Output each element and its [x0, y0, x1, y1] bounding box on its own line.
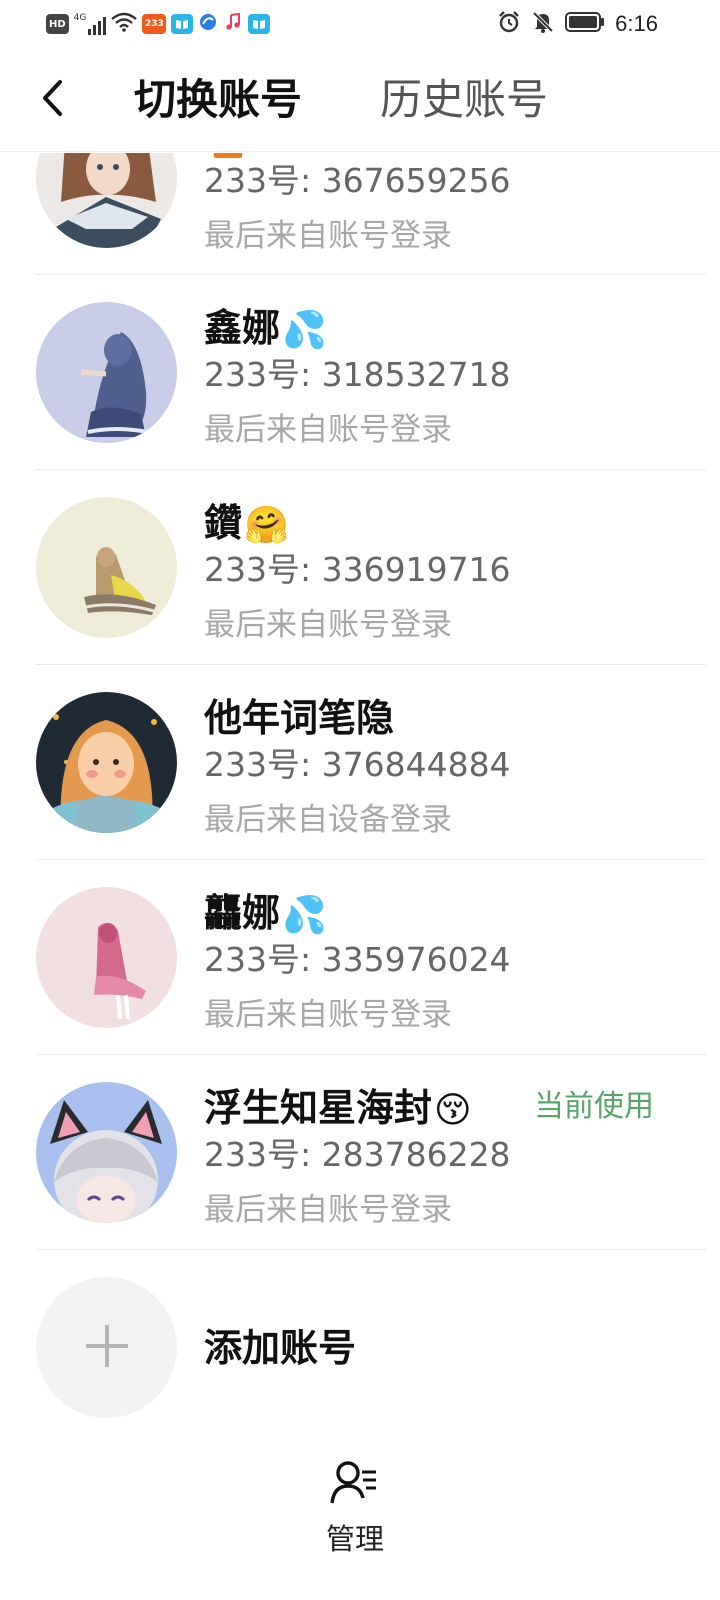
status-bar: HD 4G 233 6:16: [0, 0, 720, 48]
chevron-left-icon: [40, 78, 64, 122]
account-id: 233号: 336919716: [204, 550, 511, 589]
nickname: 龘娜💦: [204, 890, 327, 939]
account-row[interactable]: 233号: 367659256 最后来自账号登录: [0, 153, 720, 275]
account-row-current[interactable]: 浮生知星海封😚 当前使用 233号: 283786228 最后来自账号登录: [0, 1055, 720, 1250]
account-id: 233号: 318532718: [204, 355, 511, 394]
account-id: 233号: 367659256: [204, 161, 511, 200]
nickname: 鑽🤗: [204, 500, 289, 549]
avatar: [36, 302, 177, 443]
add-account-button[interactable]: 添加账号: [0, 1275, 720, 1420]
account-id: 233号: 283786228: [204, 1135, 511, 1174]
hd-badge: HD: [46, 14, 69, 34]
music-icon: [223, 12, 243, 36]
avatar: [36, 1082, 177, 1223]
app-book-icon: [171, 14, 194, 34]
account-id: 233号: 335976024: [204, 940, 511, 979]
row-divider: [36, 1249, 706, 1250]
avatar: [36, 887, 177, 1028]
login-source: 最后来自账号登录: [204, 412, 452, 448]
orange-tag: [214, 153, 242, 158]
manage-label: 管理: [325, 1522, 384, 1556]
login-source: 最后来自账号登录: [204, 218, 452, 254]
kissing-face-emoji: 😚: [434, 1089, 472, 1131]
avatar: [36, 497, 177, 638]
clock: 6:16: [615, 11, 658, 36]
account-row[interactable]: 鑫娜💦 233号: 318532718 最后来自账号登录: [0, 275, 720, 470]
avatar: [36, 692, 177, 833]
add-account-label: 添加账号: [204, 1326, 357, 1370]
login-source: 最后来自账号登录: [204, 997, 452, 1033]
sweat-droplets-emoji: 💦: [282, 309, 327, 351]
login-source: 最后来自设备登录: [204, 802, 452, 838]
battery-icon: [565, 11, 605, 37]
nickname: 他年词笔隐: [204, 696, 395, 740]
login-source: 最后来自账号登录: [204, 1192, 452, 1228]
account-id: 233号: 376844884: [204, 745, 511, 784]
alarm-icon: [497, 10, 521, 38]
app-blue-icon: [198, 12, 218, 36]
status-right-icons: 6:16: [497, 10, 658, 38]
plus-icon: [84, 1323, 130, 1373]
current-use-badge: 当前使用: [534, 1089, 654, 1124]
app-233-icon: 233: [142, 14, 167, 34]
account-list: 233号: 367659256 最后来自账号登录 鑫娜💦 233号: 31853…: [0, 153, 720, 1420]
sweat-droplets-emoji: 💦: [282, 894, 327, 936]
top-bar: 切换账号 历史账号: [0, 48, 720, 152]
user-manage-icon: [330, 1460, 380, 1510]
hugging-face-emoji: 🤗: [244, 504, 289, 546]
app-book-icon: [248, 14, 271, 34]
account-row[interactable]: 鑽🤗 233号: 336919716 最后来自账号登录: [0, 470, 720, 665]
nickname: 鑫娜💦: [204, 305, 327, 354]
avatar: [36, 153, 177, 248]
tab-history-account[interactable]: 历史账号: [380, 74, 548, 126]
wifi-icon: [111, 12, 138, 36]
signal-4g-icon: 4G: [74, 13, 107, 35]
tab-switch-account[interactable]: 切换账号: [134, 74, 302, 126]
nickname: 浮生知星海封😚: [204, 1085, 472, 1134]
account-row[interactable]: 龘娜💦 233号: 335976024 最后来自账号登录: [0, 860, 720, 1055]
status-left-icons: HD 4G 233: [46, 10, 271, 38]
back-button[interactable]: [30, 78, 74, 122]
account-row[interactable]: 他年词笔隐 233号: 376844884 最后来自设备登录: [0, 665, 720, 860]
manage-button[interactable]: 管理: [310, 1460, 400, 1590]
mute-bell-icon: [531, 10, 555, 38]
add-account-circle: [36, 1277, 177, 1418]
login-source: 最后来自账号登录: [204, 607, 452, 643]
